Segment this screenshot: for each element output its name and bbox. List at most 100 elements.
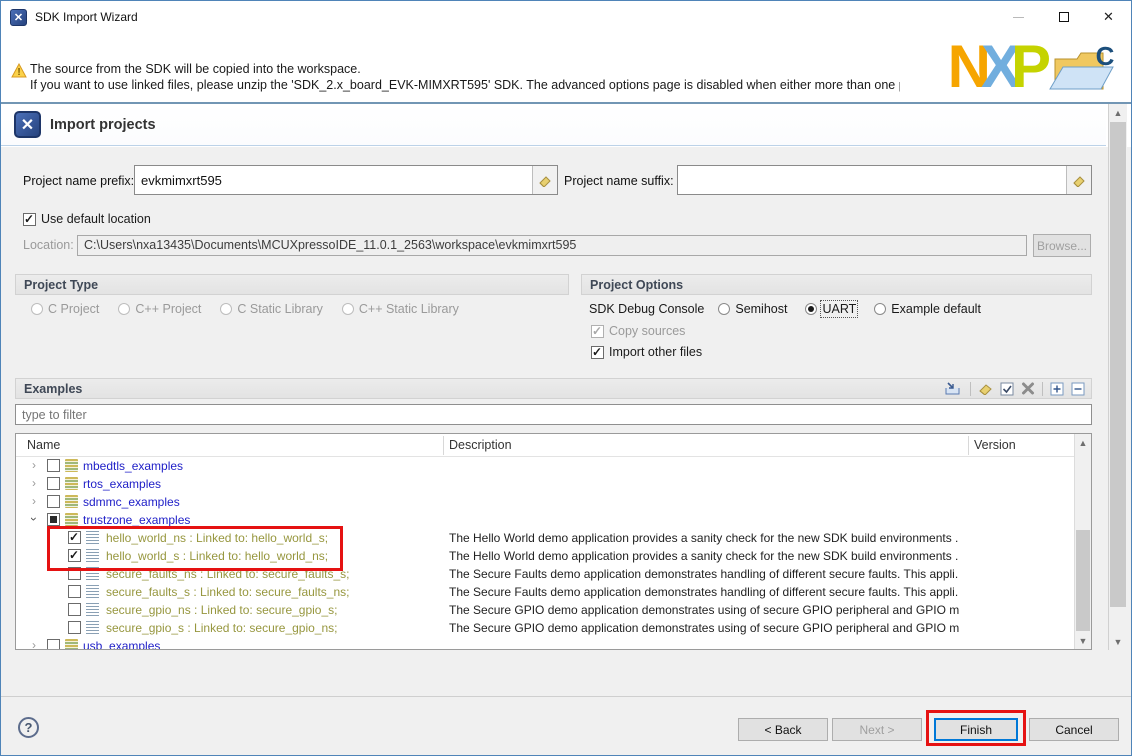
page-scrollbar[interactable]: ▲ ▼ xyxy=(1108,104,1127,650)
c-static-library-radio[interactable] xyxy=(220,303,232,315)
example-icon xyxy=(65,495,78,508)
project-name-suffix-input[interactable] xyxy=(678,166,1066,194)
import-example-icon[interactable] xyxy=(944,382,963,396)
example-icon xyxy=(65,477,78,490)
row-checkbox[interactable] xyxy=(47,639,60,650)
sdk-folder-icon: C xyxy=(1047,43,1123,95)
row-name: trustzone_examples xyxy=(83,513,190,527)
column-header-description[interactable]: Description xyxy=(449,438,512,452)
scrollbar-thumb[interactable] xyxy=(1110,122,1126,607)
eraser-icon[interactable] xyxy=(978,382,993,395)
examples-filter-input[interactable] xyxy=(16,405,1091,424)
example-default-radio[interactable] xyxy=(874,303,886,315)
semihost-radio[interactable] xyxy=(718,303,730,315)
banner-message-line2: If you want to use linked files, please … xyxy=(30,78,900,92)
table-row[interactable]: › secure_gpio_ns : Linked to: secure_gpi… xyxy=(16,601,1091,619)
examples-header: Examples xyxy=(15,378,1092,399)
import-other-files-row[interactable]: Import other files xyxy=(591,345,702,359)
row-description: The Secure Faults demo application demon… xyxy=(449,567,959,581)
use-default-location-checkbox[interactable] xyxy=(23,213,36,226)
maximize-icon[interactable] xyxy=(1041,1,1086,33)
project-options-header: Project Options xyxy=(581,274,1092,295)
banner-message-line1: The source from the SDK will be copied i… xyxy=(30,62,361,76)
project-name-prefix-input[interactable] xyxy=(135,166,532,194)
copy-sources-row: Copy sources xyxy=(591,324,685,338)
eraser-icon xyxy=(1072,174,1086,187)
table-row[interactable]: › secure_faults_s : Linked to: secure_fa… xyxy=(16,583,1091,601)
copy-sources-checkbox[interactable] xyxy=(591,325,604,338)
row-description: The Secure Faults demo application demon… xyxy=(449,585,959,599)
scroll-up-icon[interactable]: ▲ xyxy=(1109,104,1127,121)
row-description: The Secure GPIO demo application demonst… xyxy=(449,603,959,617)
row-name: mbedtls_examples xyxy=(83,459,183,473)
row-name: secure_gpio_ns : Linked to: secure_gpio_… xyxy=(106,603,338,617)
expand-arrow-icon[interactable]: › xyxy=(32,476,36,490)
suffix-label: Project name suffix: xyxy=(564,174,674,188)
row-checkbox[interactable] xyxy=(68,603,81,616)
use-default-location-row[interactable]: Use default location xyxy=(23,212,151,226)
example-icon xyxy=(86,585,99,598)
row-name: sdmmc_examples xyxy=(83,495,180,509)
row-description: The Hello World demo application provide… xyxy=(449,549,959,563)
row-checkbox[interactable] xyxy=(47,477,60,490)
expand-arrow-icon[interactable]: › xyxy=(32,638,36,650)
help-button[interactable]: ? xyxy=(18,717,39,738)
copy-sources-label: Copy sources xyxy=(609,324,685,338)
browse-button[interactable]: Browse... xyxy=(1033,234,1091,257)
table-row[interactable]: › usb_examples xyxy=(16,637,1091,650)
expand-arrow-icon[interactable]: › xyxy=(27,517,41,521)
scroll-down-icon[interactable]: ▼ xyxy=(1109,633,1127,650)
table-row[interactable]: › mbedtls_examples xyxy=(16,457,1091,475)
example-icon xyxy=(65,513,78,526)
expand-all-icon[interactable] xyxy=(1050,382,1064,396)
highlight-box-finish xyxy=(926,710,1026,746)
question-mark-icon: ? xyxy=(25,720,33,735)
uart-label: UART xyxy=(822,302,856,316)
close-icon[interactable]: ✕ xyxy=(1086,1,1131,33)
clear-prefix-button[interactable] xyxy=(532,166,557,194)
row-checkbox[interactable] xyxy=(47,513,60,526)
cancel-button[interactable]: Cancel xyxy=(1029,718,1119,741)
import-other-files-checkbox[interactable] xyxy=(591,346,604,359)
minimize-icon[interactable] xyxy=(996,1,1041,33)
collapse-all-icon[interactable] xyxy=(1071,382,1085,396)
row-checkbox[interactable] xyxy=(47,495,60,508)
column-header-name[interactable]: Name xyxy=(27,438,60,452)
window-title: SDK Import Wizard xyxy=(35,10,138,24)
title-bar: ✕ SDK Import Wizard ✕ xyxy=(1,1,1131,33)
table-scrollbar[interactable]: ▲ ▼ xyxy=(1074,434,1091,649)
prefix-label: Project name prefix: xyxy=(23,174,134,188)
mcuxpresso-x-icon: ✕ xyxy=(10,9,27,26)
row-checkbox[interactable] xyxy=(68,621,81,634)
row-checkbox[interactable] xyxy=(68,585,81,598)
uart-radio[interactable] xyxy=(805,303,817,315)
expand-arrow-icon[interactable]: › xyxy=(32,494,36,508)
select-all-icon[interactable] xyxy=(1000,382,1014,396)
table-row[interactable]: › sdmmc_examples xyxy=(16,493,1091,511)
next-button[interactable]: Next > xyxy=(832,718,922,741)
back-button[interactable]: < Back xyxy=(738,718,828,741)
c-static-library-label: C Static Library xyxy=(237,302,322,316)
cpp-project-radio[interactable] xyxy=(118,303,130,315)
scroll-up-icon[interactable]: ▲ xyxy=(1075,434,1091,451)
clear-suffix-button[interactable] xyxy=(1066,166,1091,194)
nxp-letter-p: P xyxy=(1011,38,1041,96)
example-default-label: Example default xyxy=(891,302,981,316)
row-name: rtos_examples xyxy=(83,477,161,491)
scroll-down-icon[interactable]: ▼ xyxy=(1075,632,1091,649)
c-project-radio[interactable] xyxy=(31,303,43,315)
row-description: The Secure GPIO demo application demonst… xyxy=(449,621,959,635)
row-checkbox[interactable] xyxy=(47,459,60,472)
scrollbar-thumb[interactable] xyxy=(1076,530,1090,631)
deselect-all-icon[interactable] xyxy=(1021,382,1035,395)
page-title-strip: ✕ Import projects xyxy=(1,104,1106,146)
eraser-icon xyxy=(538,174,552,187)
column-header-version[interactable]: Version xyxy=(974,438,1016,452)
expand-arrow-icon[interactable]: › xyxy=(32,458,36,472)
cpp-static-library-radio[interactable] xyxy=(342,303,354,315)
table-row[interactable]: › secure_gpio_s : Linked to: secure_gpio… xyxy=(16,619,1091,637)
location-input: C:\Users\nxa13435\Documents\MCUXpressoID… xyxy=(77,235,1027,256)
table-row[interactable]: › rtos_examples xyxy=(16,475,1091,493)
sdk-debug-console-row: SDK Debug Console Semihost UART Example … xyxy=(589,302,981,316)
examples-title: Examples xyxy=(24,382,82,396)
